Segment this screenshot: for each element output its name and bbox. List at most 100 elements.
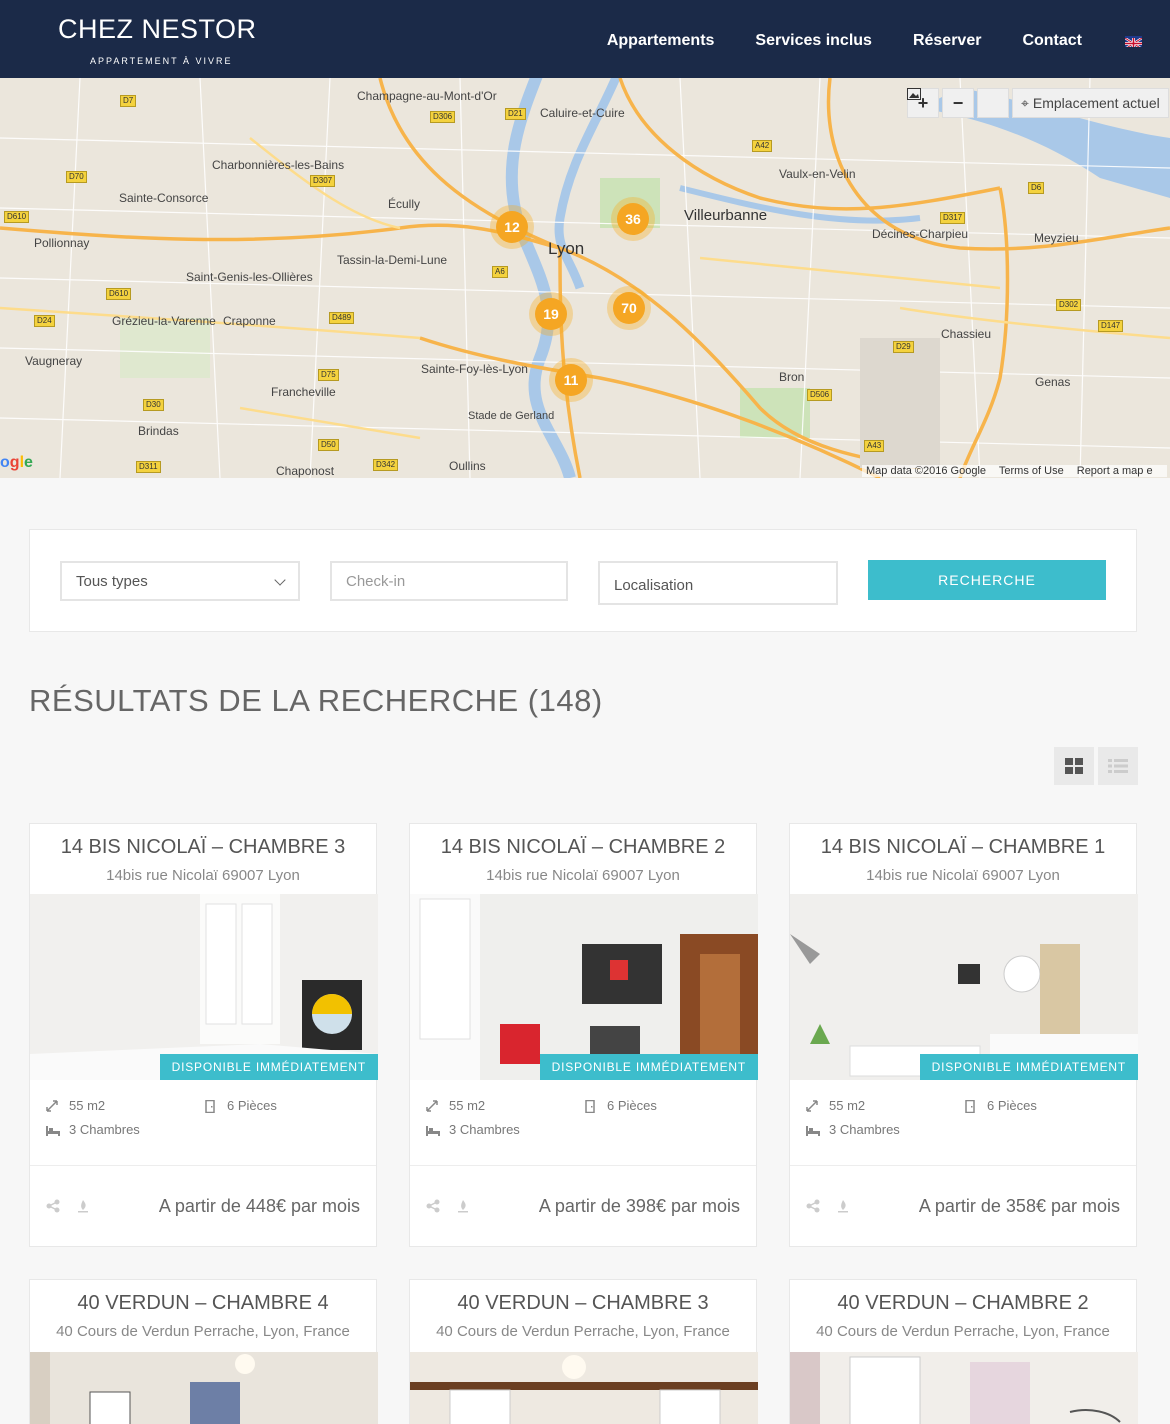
road-sign: D317 [940,212,966,224]
door-icon [204,1099,218,1113]
map-label: Bron [779,370,805,384]
listing-title[interactable]: 40 VERDUN – CHAMBRE 2 [790,1292,1136,1315]
card-divider [30,1165,376,1166]
listing-price: A partir de 358€ par mois [918,1196,1120,1216]
rooms-value: 6 Pièces [987,1098,1037,1113]
map-cluster-count: 11 [555,364,587,396]
map-cluster-marker[interactable]: 36 [611,197,655,241]
share-icon[interactable] [426,1199,440,1213]
nav-item-reserver[interactable]: Réserver [913,32,982,50]
map-label: Sainte-Consorce [119,191,209,205]
map-label: Vaugneray [25,354,83,368]
list-view-button[interactable] [1098,747,1138,785]
map-label: Écully [388,197,421,211]
nav-item-contact[interactable]: Contact [1022,32,1082,50]
location-input[interactable]: Localisation [598,561,838,605]
nav-item-services[interactable]: Services inclus [755,32,872,50]
map-label: Vaulx-en-Velin [779,167,856,181]
type-select[interactable]: Tous types [60,561,300,601]
favorite-icon[interactable] [456,1199,470,1213]
listing-address: 14bis rue Nicolaï 69007 Lyon [106,867,300,884]
bedroom-photo [790,1352,1138,1424]
card-divider [410,1165,756,1166]
map[interactable]: Champagne-au-Mont-d'Or Caluire-et-Cuire … [0,78,1170,478]
map-label: Craponne [223,314,276,328]
results-title: RÉSULTATS DE LA RECHERCHE (148) [29,683,603,718]
bedroom-photo [30,1352,378,1424]
favorite-icon[interactable] [836,1199,850,1213]
listing-photo[interactable] [790,1352,1138,1424]
share-icon[interactable] [806,1199,820,1213]
road-sign: D30 [143,399,164,411]
google-logo: ogle [0,454,33,471]
listing-title[interactable]: 40 VERDUN – CHAMBRE 3 [410,1292,756,1315]
road-sign: D610 [4,211,30,223]
map-label: Saint-Genis-les-Ollières [186,270,313,284]
share-icon[interactable] [46,1199,60,1213]
road-sign: D21 [505,108,526,120]
listing-photo[interactable]: DISPONIBLE IMMÉDIATEMENT [410,894,758,1080]
map-label: Caluire-et-Cuire [540,106,625,120]
listing-address: 40 Cours de Verdun Perrache, Lyon, Franc… [56,1323,350,1340]
bedrooms-value: 3 Chambres [449,1122,520,1137]
road-sign: D307 [310,175,336,187]
map-type-button[interactable] [907,88,1009,118]
nav-item-appartements[interactable]: Appartements [607,32,715,50]
map-label: Genas [1035,375,1071,389]
listing-card[interactable]: 14 BIS NICOLAÏ – CHAMBRE 3 14bis rue Nic… [29,823,378,1247]
listing-photo[interactable] [30,1352,378,1424]
map-cluster-marker[interactable]: 19 [529,292,573,336]
listing-card[interactable]: 40 VERDUN – CHAMBRE 3 40 Cours de Verdun… [409,1279,758,1424]
checkin-input[interactable]: Check-in [330,561,568,601]
listing-photo[interactable]: DISPONIBLE IMMÉDIATEMENT [790,894,1138,1080]
listing-title[interactable]: 40 VERDUN – CHAMBRE 4 [30,1292,376,1315]
favorite-icon[interactable] [76,1199,90,1213]
logo[interactable]: CHEZ NESTOR APPARTEMENT À VIVRE [58,6,258,70]
area-value: 55 m2 [829,1098,866,1113]
logo-text: CHEZ NESTOR [58,14,257,44]
listing-card[interactable]: 14 BIS NICOLAÏ – CHAMBRE 2 14bis rue Nic… [409,823,758,1247]
logo-tagline: APPARTEMENT À VIVRE [90,56,233,66]
report-link[interactable]: Report a map e [1077,465,1153,477]
listing-photo[interactable]: DISPONIBLE IMMÉDIATEMENT [30,894,378,1080]
map-label: Villeurbanne [684,207,768,224]
map-roads [0,78,1170,478]
map-cluster-count: 36 [617,203,649,235]
bedrooms-info: 3 Chambres [46,1122,140,1137]
listing-title[interactable]: 14 BIS NICOLAÏ – CHAMBRE 2 [410,836,756,859]
road-sign: D342 [373,459,399,471]
map-cluster-marker[interactable]: 11 [549,358,593,402]
map-cluster-marker[interactable]: 12 [490,205,534,249]
card-divider [790,1165,1136,1166]
bedrooms-info: 3 Chambres [426,1122,520,1137]
map-label: Francheville [271,385,336,399]
search-button[interactable]: RECHERCHE [868,560,1106,600]
bedroom-photo [410,1352,758,1424]
listing-title[interactable]: 14 BIS NICOLAÏ – CHAMBRE 1 [790,836,1136,859]
listing-title[interactable]: 14 BIS NICOLAÏ – CHAMBRE 3 [30,836,376,859]
road-sign: D311 [136,461,161,473]
map-label: Champagne-au-Mont-d'Or [357,89,497,103]
english-flag-icon[interactable] [1125,35,1142,47]
road-sign: D7 [120,95,137,107]
terms-link[interactable]: Terms of Use [999,465,1064,477]
map-cluster-marker[interactable]: 70 [607,286,651,330]
bed-icon [806,1124,820,1136]
resize-arrows-icon [426,1099,440,1112]
bedroom-photo [410,894,758,1080]
listing-photo[interactable] [410,1352,758,1424]
map-label: Sainte-Foy-lès-Lyon [421,362,528,376]
map-cluster-count: 19 [535,298,567,330]
rooms-value: 6 Pièces [227,1098,277,1113]
bed-icon [46,1124,60,1136]
road-sign: D29 [893,341,914,353]
road-sign: D506 [807,389,833,401]
listing-card[interactable]: 40 VERDUN – CHAMBRE 4 40 Cours de Verdun… [29,1279,378,1424]
grid-view-button[interactable] [1054,747,1094,785]
listing-card[interactable]: 14 BIS NICOLAÏ – CHAMBRE 1 14bis rue Nic… [789,823,1138,1247]
road-sign: D24 [34,315,55,327]
zoom-out-button[interactable]: − [942,88,974,118]
listing-card[interactable]: 40 VERDUN – CHAMBRE 2 40 Cours de Verdun… [789,1279,1138,1424]
crosshair-icon: ⌖ [1021,94,1029,111]
current-location-button[interactable]: ⌖ Emplacement actuel [1012,88,1169,118]
